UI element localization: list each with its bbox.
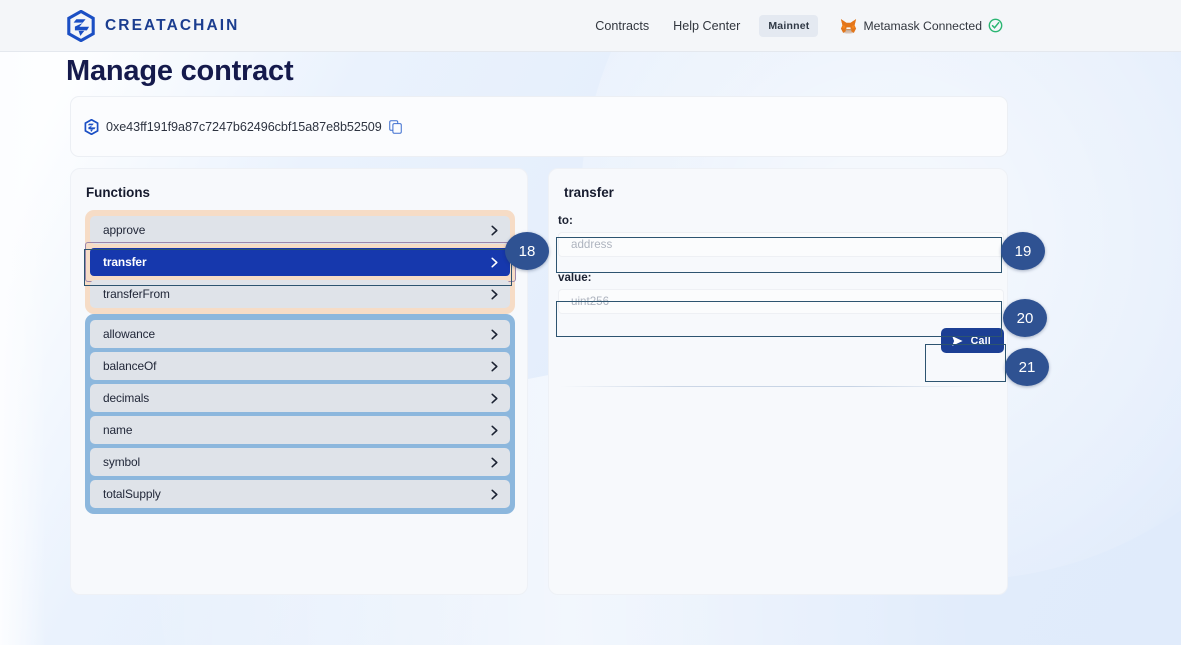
creatachain-hex-logo-icon (84, 118, 99, 135)
function-form-heading: transfer (564, 185, 614, 200)
function-item-label: transfer (103, 255, 147, 269)
creatachain-hex-logo-icon (67, 9, 95, 42)
function-item-label: approve (103, 223, 146, 237)
value-input[interactable] (558, 289, 1004, 314)
chevron-right-icon (491, 329, 498, 339)
function-item-label: balanceOf (103, 359, 157, 373)
background-left-fade (0, 52, 46, 645)
brand-home-link[interactable]: CREATACHAIN (66, 9, 240, 42)
brand-name: CREATACHAIN (105, 16, 240, 34)
chevron-right-icon (491, 425, 498, 435)
to-input[interactable] (558, 232, 1004, 257)
nav-link-help-center[interactable]: Help Center (661, 19, 752, 33)
field-to: to: (558, 214, 1004, 257)
function-item-label: symbol (103, 455, 141, 469)
copy-icon[interactable] (388, 119, 402, 134)
field-value: value: (558, 271, 1004, 314)
annotation-badge-19: 19 (1001, 232, 1045, 270)
contract-address-row: 0xe43ff191f9a87c7247b62496cbf15a87e8b525… (84, 118, 402, 135)
chevron-right-icon (491, 289, 498, 299)
function-item-label: transferFrom (103, 287, 170, 301)
top-navigation-bar: CREATACHAIN Contracts Help Center Mainne… (0, 0, 1181, 52)
function-item-totalsupply[interactable]: totalSupply (90, 480, 510, 508)
function-group-write: approve transfer transferFrom (85, 210, 516, 314)
annotation-badge-21: 21 (1005, 348, 1049, 386)
annotation-badge-20: 20 (1003, 299, 1047, 337)
functions-panel: Functions approve transfer transferFrom (70, 168, 528, 595)
call-button[interactable]: Call (940, 328, 1004, 353)
chevron-right-icon (491, 225, 498, 235)
function-group-list: approve transfer transferFrom allowance … (85, 210, 516, 514)
field-to-label: to: (558, 214, 573, 227)
functions-panel-heading: Functions (86, 185, 150, 200)
page-title: Manage contract (66, 55, 294, 87)
network-badge[interactable]: Mainnet (759, 14, 819, 37)
function-item-label: name (103, 423, 133, 437)
form-divider (560, 386, 984, 387)
header-actions: Contracts Help Center Mainnet Metamask C… (583, 14, 1003, 37)
selection-focus-ring (85, 242, 516, 282)
nav-link-contracts[interactable]: Contracts (583, 19, 661, 33)
function-item-label: allowance (103, 327, 155, 341)
contract-address-text: 0xe43ff191f9a87c7247b62496cbf15a87e8b525… (106, 119, 382, 134)
green-check-circle-icon (988, 18, 1003, 33)
function-item-name[interactable]: name (90, 416, 510, 444)
chevron-right-icon (491, 361, 498, 371)
function-item-transfer[interactable]: transfer (85, 242, 516, 282)
function-item-symbol[interactable]: symbol (90, 448, 510, 476)
chevron-right-icon (491, 257, 498, 267)
send-arrow-icon (951, 335, 963, 346)
function-form: to: value: Call (558, 214, 1004, 353)
function-item-label: totalSupply (103, 487, 161, 501)
function-form-panel: transfer to: value: Call (548, 168, 1008, 595)
call-button-row: Call (558, 328, 1004, 353)
chevron-right-icon (491, 489, 498, 499)
function-item-approve[interactable]: approve (90, 216, 510, 244)
function-item-label: decimals (103, 391, 150, 405)
function-item-decimals[interactable]: decimals (90, 384, 510, 412)
function-item-allowance[interactable]: allowance (90, 320, 510, 348)
annotation-badge-18: 18 (505, 232, 549, 270)
wallet-status-label: Metamask Connected (863, 18, 982, 33)
function-group-read: allowance balanceOf decimals name symbol… (85, 314, 515, 514)
wallet-status[interactable]: Metamask Connected (840, 18, 1003, 34)
chevron-right-icon (491, 393, 498, 403)
chevron-right-icon (491, 457, 498, 467)
function-item-transferfrom[interactable]: transferFrom (90, 280, 510, 308)
function-item-balanceof[interactable]: balanceOf (90, 352, 510, 380)
field-value-label: value: (558, 271, 592, 284)
metamask-fox-icon (841, 18, 857, 33)
contract-address-card: 0xe43ff191f9a87c7247b62496cbf15a87e8b525… (70, 96, 1008, 157)
call-button-label: Call (970, 334, 991, 347)
